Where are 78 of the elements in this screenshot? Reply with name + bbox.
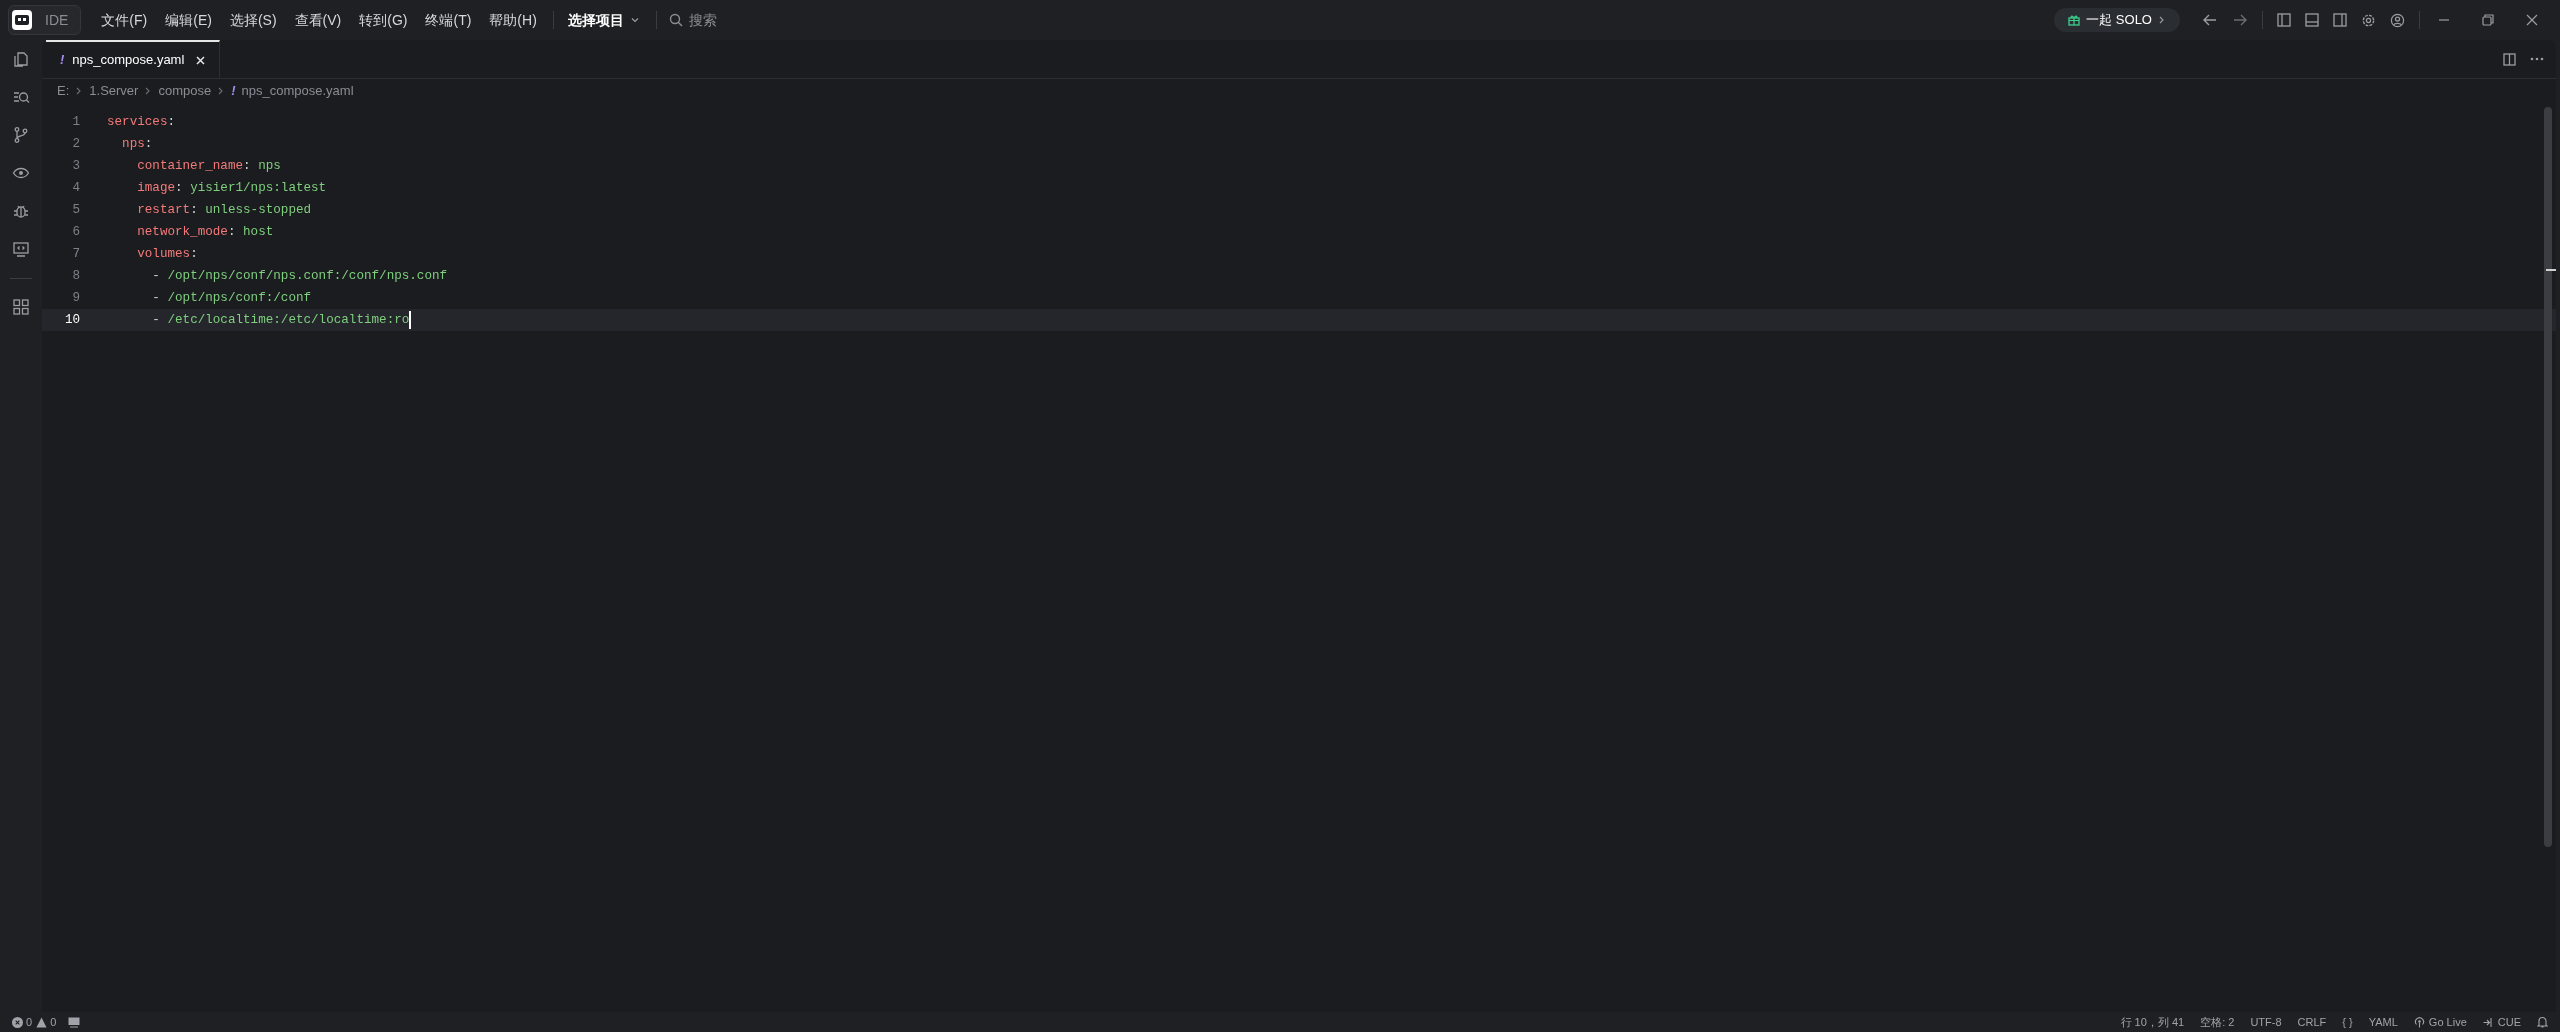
search-icon [668,13,683,27]
status-item[interactable]: YAML [2368,1013,2398,1031]
forward-arrow-icon[interactable] [2232,12,2248,28]
arrow-into-bar-icon [2482,1016,2494,1028]
source-control-icon[interactable] [12,126,30,144]
code-line: network_mode: host [136,223,274,241]
restore-icon[interactable] [2482,14,2494,26]
back-arrow-icon[interactable] [2202,12,2218,28]
menu-item[interactable]: 编辑(E) [159,9,218,31]
code-line: nps: [121,135,153,153]
settings-icon[interactable] [2361,12,2376,28]
error-icon [12,1016,23,1028]
breadcrumb-item[interactable]: E: [57,81,70,101]
solo-button[interactable]: 一起 SOLO [2054,8,2180,32]
line-number: 10 [63,311,80,329]
line-number: 6 [71,223,80,241]
text-cursor [409,311,412,329]
warning-count: 0 [50,1014,57,1030]
extensions-icon[interactable] [13,299,29,315]
right-panel-icon[interactable] [2333,13,2347,27]
breadcrumb-item[interactable]: compose [158,81,212,101]
menu-item[interactable]: 终端(T) [419,9,478,31]
chevron-right-icon [2158,15,2166,25]
line-number: 7 [71,245,80,263]
status-item[interactable]: CRLF [2297,1013,2327,1031]
file-type-icon: ! [60,50,65,70]
cursor-marker [2546,269,2556,271]
files-icon[interactable] [12,50,30,68]
line-number: 2 [71,135,80,153]
more-icon[interactable] [2530,57,2544,61]
status-item[interactable]: Go Live [2413,1013,2467,1031]
account-icon[interactable] [2390,12,2405,28]
code-line: services: [107,113,176,131]
bell-icon[interactable] [2537,1016,2548,1028]
line-number: 8 [71,267,80,285]
editor-tab[interactable]: ! nps_compose.yaml [46,40,221,78]
chevron-down-icon [629,15,640,25]
status-item[interactable]: { } [2342,1013,2353,1031]
left-panel-icon[interactable] [2277,13,2291,27]
code-line: restart: unless-stopped [136,201,312,219]
menu-item[interactable]: 查看(V) [288,9,348,31]
line-number: 5 [71,201,80,219]
code-line: container_name: nps [136,157,281,175]
status-item[interactable]: 行 10，列 41 [2120,1013,2185,1031]
search-field[interactable]: 搜索 [688,9,849,31]
menu-item[interactable]: 选择(S) [223,9,283,31]
code-line: - /opt/nps/conf:/conf [151,289,312,307]
breadcrumb-item[interactable]: 1.Server [89,81,139,101]
code-line: - /opt/nps/conf/nps.conf:/conf/nps.conf [151,267,448,285]
menu-item[interactable]: 文件(F) [95,9,154,31]
project-picker[interactable]: 选择项目 [563,9,644,31]
bottom-panel-icon[interactable] [2305,13,2319,27]
status-item[interactable]: UTF-8 [2250,1013,2282,1031]
line-number: 9 [71,289,80,307]
tab-label: nps_compose.yaml [72,51,185,70]
app-logo-icon [11,9,33,31]
broadcast-icon [2413,1016,2425,1028]
menu-item[interactable]: 帮助(H) [483,9,543,31]
close-icon[interactable] [2526,14,2538,26]
split-editor-icon[interactable] [2503,52,2516,66]
scrollbar[interactable] [2544,107,2552,847]
file-type-icon: ! [231,81,236,101]
remote-screen-icon[interactable] [12,240,30,258]
menu-item[interactable]: 转到(G) [353,9,414,31]
line-number: 4 [71,179,80,197]
chat-icon[interactable] [68,1016,81,1028]
gift-icon [2068,14,2081,26]
error-count: 0 [26,1014,33,1030]
code-line: image: yisier1/nps:latest [136,179,327,197]
line-number: 3 [71,157,80,175]
code-line: - /etc/localtime:/etc/localtime:ro [151,311,410,329]
status-item[interactable]: 空格: 2 [2200,1013,2235,1031]
app-label: IDE [45,10,69,30]
warning-icon [36,1016,48,1028]
breadcrumb-item[interactable]: nps_compose.yaml [241,81,354,101]
code-line: volumes: [136,245,198,263]
line-number: 1 [71,113,80,131]
status-item[interactable]: CUE [2482,1013,2521,1031]
